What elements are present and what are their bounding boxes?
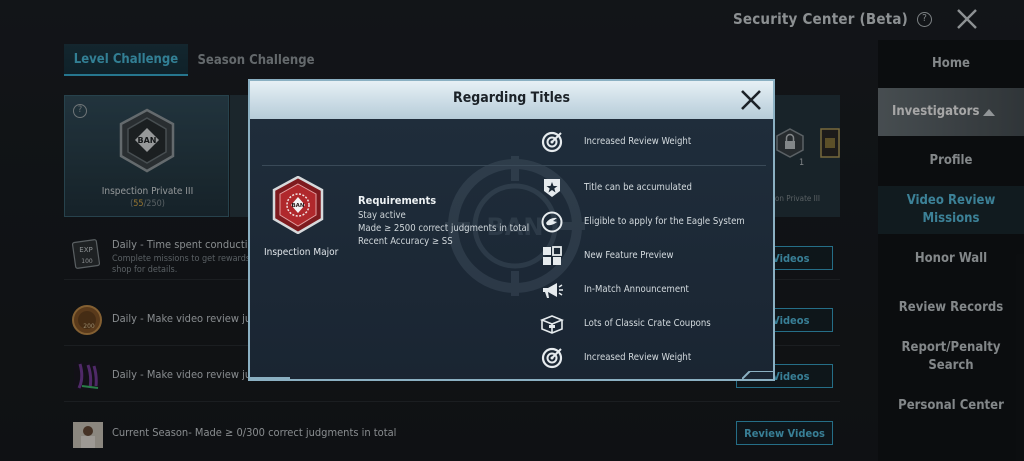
perk-label: Eligible to apply for the Eagle System: [584, 216, 745, 227]
perk-label: Increased Review Weight: [584, 352, 692, 363]
new-feature-icon: [543, 246, 562, 265]
corner-accent: [742, 371, 774, 379]
requirement-item: Made ≥ 2500 correct judgments in total: [358, 223, 530, 234]
perk-label: New Feature Preview: [584, 250, 674, 261]
perk-label: Increased Review Weight: [584, 136, 692, 147]
perk-item: Eligible to apply for the Eagle System: [540, 210, 770, 234]
requirement-item: Recent Accuracy ≥ SS: [358, 236, 453, 247]
corner-accent: [250, 377, 290, 379]
perk-item: New Feature Preview: [540, 244, 770, 268]
perk-label: Lots of Classic Crate Coupons: [584, 318, 711, 329]
star-shield-icon: [544, 179, 560, 197]
eagle-icon: [541, 211, 563, 233]
inspection-major-badge-icon: BAN: [272, 176, 324, 234]
target-icon: [541, 131, 563, 153]
crate-icon: [540, 315, 564, 334]
perk-item: In-Match Announcement: [540, 278, 770, 302]
perk-item: Increased Review Weight: [540, 346, 770, 370]
close-icon[interactable]: [739, 88, 763, 112]
divider: [262, 165, 766, 166]
svg-text:BAN: BAN: [291, 203, 304, 209]
perk-item: Increased Review Weight: [540, 130, 770, 154]
requirement-item: Stay active: [358, 210, 406, 221]
titles-modal: BAN Regarding Titles Increased Review We…: [248, 79, 775, 381]
perk-item: Title can be accumulated: [540, 176, 770, 200]
requirements-heading: Requirements: [358, 194, 437, 207]
modal-header: Regarding Titles: [250, 81, 773, 119]
megaphone-icon: [543, 283, 563, 298]
modal-title: Regarding Titles: [453, 90, 570, 106]
target-icon: [541, 347, 563, 369]
perk-item: Lots of Classic Crate Coupons: [540, 312, 770, 336]
perk-label: Title can be accumulated: [584, 182, 692, 193]
perk-label: In-Match Announcement: [584, 284, 689, 295]
title-name: Inspection Major: [264, 247, 339, 258]
